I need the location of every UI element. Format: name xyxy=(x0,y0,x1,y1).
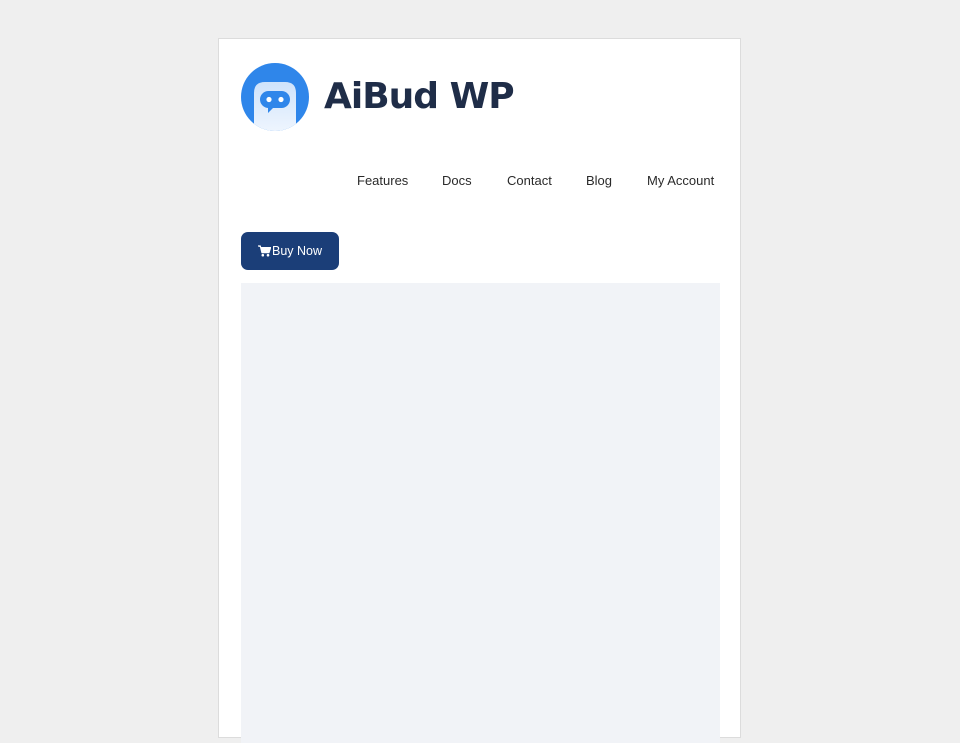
content-placeholder xyxy=(241,283,720,743)
page-card: AiBud WP Features Docs Contact Blog My A… xyxy=(218,38,742,743)
buy-now-button[interactable]: Buy Now xyxy=(241,232,339,270)
cart-icon xyxy=(257,245,271,257)
nav-item-docs[interactable]: Docs xyxy=(442,171,472,191)
buy-now-label: Buy Now xyxy=(271,244,323,258)
brand-name[interactable]: AiBud WP xyxy=(324,73,515,121)
nav-item-contact[interactable]: Contact xyxy=(507,171,552,191)
nav-item-blog[interactable]: Blog xyxy=(586,171,612,191)
robot-chat-icon[interactable] xyxy=(241,63,309,131)
nav-item-features[interactable]: Features xyxy=(357,171,408,191)
nav-item-my-account[interactable]: My Account xyxy=(647,171,714,191)
main-nav: Features Docs Contact Blog My Account xyxy=(219,171,742,191)
